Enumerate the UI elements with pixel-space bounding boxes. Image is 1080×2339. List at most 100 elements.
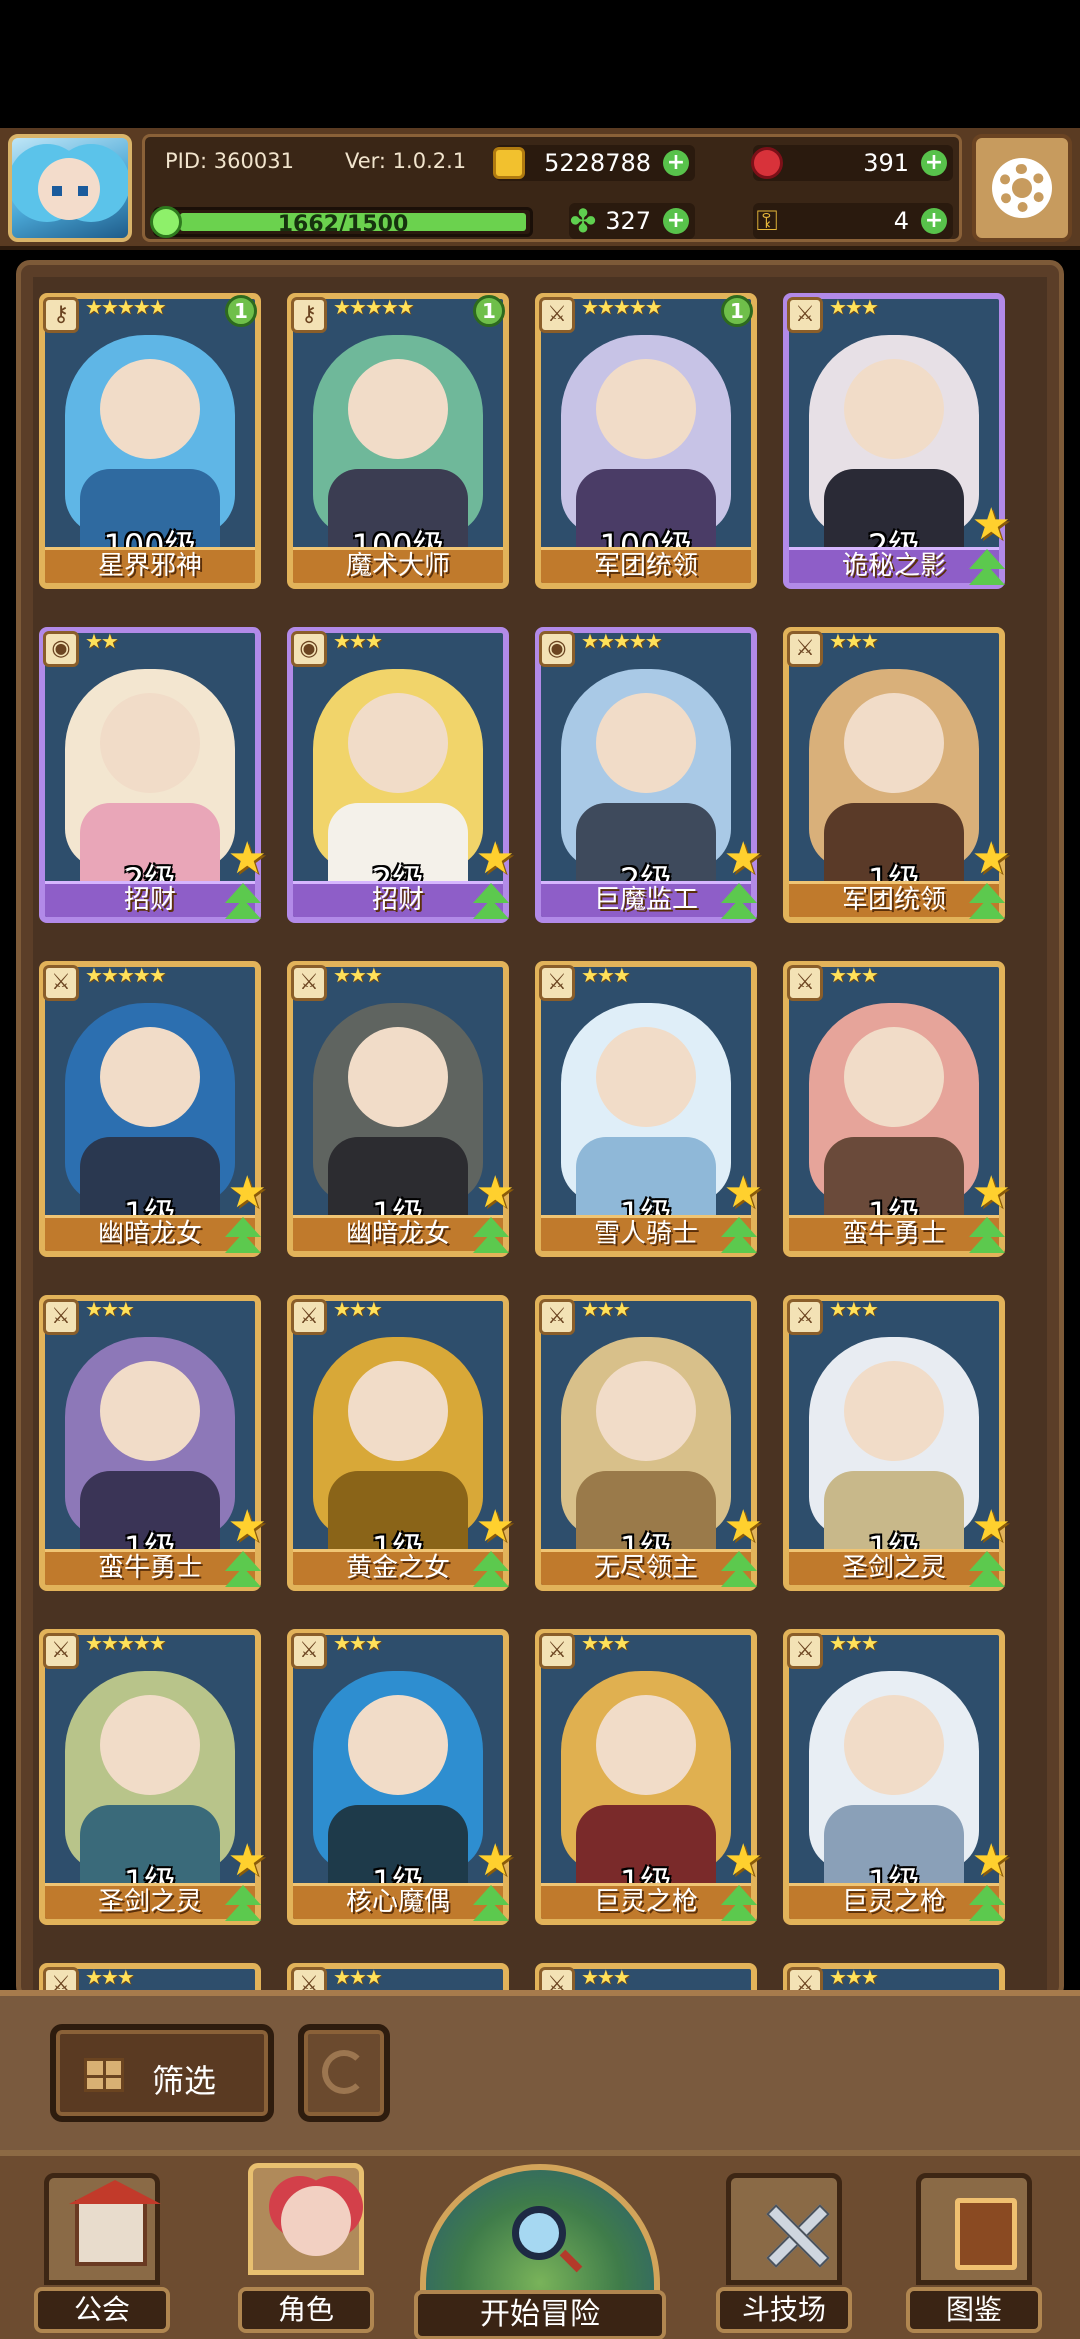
- arena-tile: [726, 2173, 842, 2285]
- character-card[interactable]: 100级 魔术大师 ⚷ ★★★★★ 1: [287, 293, 511, 593]
- codex-book-icon: [955, 2198, 1017, 2270]
- dagger-icon: ⚔: [787, 297, 823, 333]
- character-card[interactable]: 1级 巨灵之枪 ⚔ ★★★ ★: [535, 1629, 763, 1929]
- rarity-stars: ★★★: [829, 1297, 879, 1321]
- portrait-face: [844, 1361, 944, 1461]
- card-frame: 100级 星界邪神: [39, 293, 261, 589]
- level-up-arrow-icon: [717, 1885, 761, 1925]
- player-header: PID: 360031 Ver: 1.0.2.1 5228788 + 391 +…: [0, 128, 1080, 250]
- character-card[interactable]: 2级 招财 ◉ ★★ ★: [39, 627, 267, 927]
- refresh-button[interactable]: [298, 2024, 390, 2122]
- character-card[interactable]: 100级 星界邪神 ⚷ ★★★★★ 1: [39, 293, 263, 593]
- character-card[interactable]: 100级 军团统领 ⚔ ★★★★★ 1: [535, 293, 759, 593]
- portrait-face: [596, 1695, 696, 1795]
- nav-codex-label: 图鉴: [906, 2287, 1042, 2333]
- sword-icon: ⚔: [539, 297, 575, 333]
- star-up-icon: ★: [227, 1501, 267, 1552]
- player-avatar[interactable]: [8, 134, 132, 242]
- level-up-arrow-icon: [965, 549, 1009, 589]
- level-up-arrow-icon: [469, 1885, 513, 1925]
- card-frame: 100级 魔术大师: [287, 293, 509, 589]
- character-card[interactable]: 1级 无尽领主 ⚔ ★★★ ★: [535, 1295, 763, 1595]
- add-clover-button[interactable]: +: [663, 208, 689, 234]
- guild-house-icon: [69, 2180, 161, 2266]
- rarity-stars: ★★★: [581, 963, 631, 987]
- character-card[interactable]: 1级 军团统领 ⚔ ★★★ ★: [783, 627, 1011, 927]
- character-card[interactable]: 1级 巨灵之枪 ⚔ ★★★ ★: [783, 1629, 1011, 1929]
- character-card[interactable]: 2级 巨魔监工 ◉ ★★★★★ ★: [535, 627, 763, 927]
- control-panel: 筛选: [0, 1990, 1080, 2150]
- star-up-icon: ★: [227, 833, 267, 884]
- experience-bar: 1662/1500: [150, 206, 533, 238]
- level-up-arrow-icon: [965, 883, 1009, 923]
- character-card[interactable]: 1级 圣剑之灵 ⚔ ★★★ ★: [783, 1295, 1011, 1595]
- sword-icon: ⚔: [43, 965, 79, 1001]
- experience-text: 1662/1500: [277, 212, 409, 237]
- portrait-face: [100, 693, 200, 793]
- portrait-face: [348, 693, 448, 793]
- coin-icon: ◉: [291, 631, 327, 667]
- level-up-arrow-icon: [469, 1551, 513, 1591]
- character-card[interactable]: 1级 雪人骑士 ⚔ ★★★ ★: [535, 961, 763, 1261]
- character-card[interactable]: 1级 蛮牛勇士 ⚔ ★★★ ★: [39, 1295, 267, 1595]
- add-key-button[interactable]: +: [921, 208, 947, 234]
- key-resource: ⚿ 4 +: [753, 203, 953, 239]
- character-card[interactable]: 2级 诡秘之影 ⚔ ★★★ ★: [783, 293, 1011, 593]
- character-card[interactable]: 1级 圣剑之灵 ⚔ ★★★★★ ★: [39, 1629, 267, 1929]
- sword-icon: ⚔: [787, 1299, 823, 1335]
- rarity-stars: ★★★: [333, 963, 383, 987]
- character-card[interactable]: 1级 幽暗龙女 ⚔ ★★★★★ ★: [39, 961, 267, 1261]
- portrait-face: [100, 1695, 200, 1795]
- character-card[interactable]: 1级 核心魔偶 ⚔ ★★★ ★: [287, 1629, 515, 1929]
- nav-guild[interactable]: 公会: [34, 2173, 170, 2333]
- level-up-arrow-icon: [965, 1217, 1009, 1257]
- add-gem-button[interactable]: +: [921, 150, 947, 176]
- portrait-face: [596, 693, 696, 793]
- add-gold-button[interactable]: +: [663, 150, 689, 176]
- nav-character[interactable]: 角色: [238, 2163, 374, 2333]
- nav-arena-label: 斗技场: [716, 2287, 852, 2333]
- count-badge: 1: [473, 295, 505, 327]
- count-badge: 1: [225, 295, 257, 327]
- rarity-stars: ★★: [85, 629, 119, 653]
- rarity-stars: ★★★: [581, 1631, 631, 1655]
- status-bar-area: [0, 0, 1080, 128]
- level-up-arrow-icon: [965, 1551, 1009, 1591]
- star-up-icon: ★: [723, 1167, 763, 1218]
- character-card[interactable]: 1级 蛮牛勇士 ⚔ ★★★ ★: [783, 961, 1011, 1261]
- star-up-icon: ★: [971, 1167, 1011, 1218]
- clover-icon: ✤: [569, 202, 597, 240]
- portrait-face: [844, 359, 944, 459]
- filter-label: 筛选: [152, 2062, 217, 2100]
- sword-icon: ⚔: [787, 965, 823, 1001]
- crossed-swords-icon: [761, 2198, 831, 2268]
- sword-icon: ⚔: [43, 1299, 79, 1335]
- level-up-arrow-icon: [221, 1885, 265, 1925]
- player-info-panel: PID: 360031 Ver: 1.0.2.1 5228788 + 391 +…: [142, 134, 962, 242]
- star-up-icon: ★: [475, 1167, 515, 1218]
- star-up-icon: ★: [971, 1501, 1011, 1552]
- start-adventure-button[interactable]: 开始冒险: [414, 2164, 666, 2339]
- settings-button[interactable]: [972, 134, 1072, 242]
- star-up-icon: ★: [723, 1835, 763, 1886]
- rarity-stars: ★★★★★: [85, 963, 167, 987]
- character-face-icon: [281, 2186, 351, 2256]
- character-card[interactable]: 1级 黄金之女 ⚔ ★★★ ★: [287, 1295, 515, 1595]
- star-up-icon: ★: [723, 833, 763, 884]
- portrait-face: [348, 1027, 448, 1127]
- character-board: 100级 星界邪神 ⚷ ★★★★★ 1 100级 魔术大师 ⚷ ★★★★★ 1 100级 军团统领 ⚔ ★…: [16, 260, 1064, 2000]
- star-up-icon: ★: [227, 1167, 267, 1218]
- refresh-icon: [322, 2050, 366, 2094]
- star-up-icon: ★: [971, 1835, 1011, 1886]
- character-card[interactable]: 2级 招财 ◉ ★★★ ★: [287, 627, 515, 927]
- character-card[interactable]: 1级 幽暗龙女 ⚔ ★★★ ★: [287, 961, 515, 1261]
- nav-codex[interactable]: 图鉴: [906, 2173, 1042, 2333]
- level-up-arrow-icon: [469, 883, 513, 923]
- gem-resource: 391 +: [751, 145, 953, 181]
- filter-button[interactable]: 筛选: [50, 2024, 274, 2122]
- level-up-arrow-icon: [717, 1217, 761, 1257]
- rarity-stars: ★★★: [829, 295, 879, 319]
- nav-arena[interactable]: 斗技场: [716, 2173, 852, 2333]
- sword-icon: ⚔: [539, 1299, 575, 1335]
- rarity-stars: ★★★: [829, 1965, 879, 1989]
